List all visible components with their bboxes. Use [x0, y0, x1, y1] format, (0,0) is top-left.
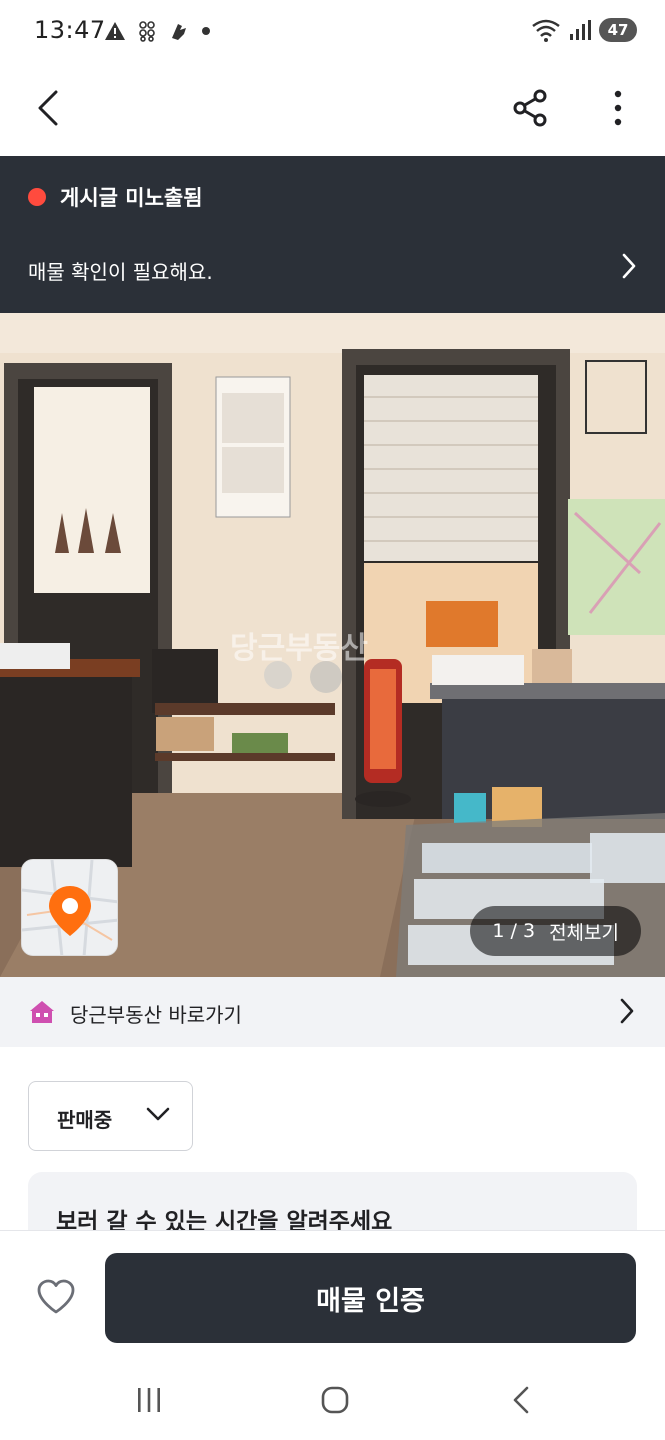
back-button[interactable]: [26, 86, 70, 130]
status-icons-right: 47: [531, 18, 637, 42]
more-button[interactable]: [596, 86, 640, 130]
banner-message: 매물 확인이 필요해요.: [28, 260, 213, 284]
hand-icon: [172, 24, 186, 40]
status-icons-left: [104, 20, 210, 42]
banner-status: 게시글 미노출됨: [28, 182, 203, 212]
back-arrow-icon: [513, 1386, 529, 1414]
chevron-down-icon: [146, 1107, 170, 1121]
recent-apps-icon: [138, 1388, 160, 1412]
signal-icon: [570, 20, 591, 40]
realty-shortcut-label: 당근부동산 바로가기: [70, 1003, 242, 1027]
status-time: 13:47: [34, 16, 106, 44]
photo-counter: 1 / 3: [492, 920, 536, 942]
share-button[interactable]: [508, 86, 552, 130]
system-nav-bar: [0, 1356, 665, 1440]
more-vertical-icon: [614, 90, 622, 126]
like-button[interactable]: [36, 1279, 76, 1319]
sale-status-label: 판매중: [57, 1108, 113, 1132]
status-dot: [28, 188, 46, 206]
unpublished-banner[interactable]: 게시글 미노출됨 매물 확인이 필요해요.: [0, 156, 665, 313]
chevron-right-icon: [622, 253, 636, 279]
hash-grid-icon: [139, 21, 155, 42]
system-back-button[interactable]: [496, 1380, 546, 1420]
photo-counter-button[interactable]: 1 / 3 전체보기: [470, 906, 641, 956]
view-all-label: 전체보기: [549, 921, 619, 944]
wifi-icon: [532, 19, 560, 42]
house-icon: [30, 1001, 54, 1023]
map-thumbnail[interactable]: [21, 859, 118, 956]
notification-dot: [202, 27, 210, 35]
property-photo[interactable]: 당근부동산 1 / 3 전체보기: [0, 313, 665, 977]
battery-icon: 47: [599, 18, 637, 42]
share-icon: [513, 89, 547, 127]
recent-apps-button[interactable]: [124, 1380, 174, 1420]
warning-icon: [105, 22, 125, 40]
heart-icon: [37, 1279, 75, 1314]
photo-watermark: 당근부동산: [230, 631, 368, 666]
map-pin-icon: [22, 860, 117, 955]
realty-shortcut[interactable]: 당근부동산 바로가기: [0, 977, 665, 1047]
verify-listing-button[interactable]: 매물 인증: [105, 1253, 636, 1343]
bottom-action-bar: 매물 인증: [0, 1230, 665, 1356]
chevron-left-icon: [38, 90, 58, 126]
home-icon: [321, 1386, 349, 1414]
status-bar: 13:47 47: [0, 0, 665, 64]
chevron-right-icon: [620, 998, 634, 1024]
sale-status-dropdown[interactable]: 판매중: [28, 1081, 193, 1151]
banner-title: 게시글 미노출됨: [60, 186, 203, 210]
home-button[interactable]: [310, 1380, 360, 1420]
app-bar: [0, 64, 665, 156]
